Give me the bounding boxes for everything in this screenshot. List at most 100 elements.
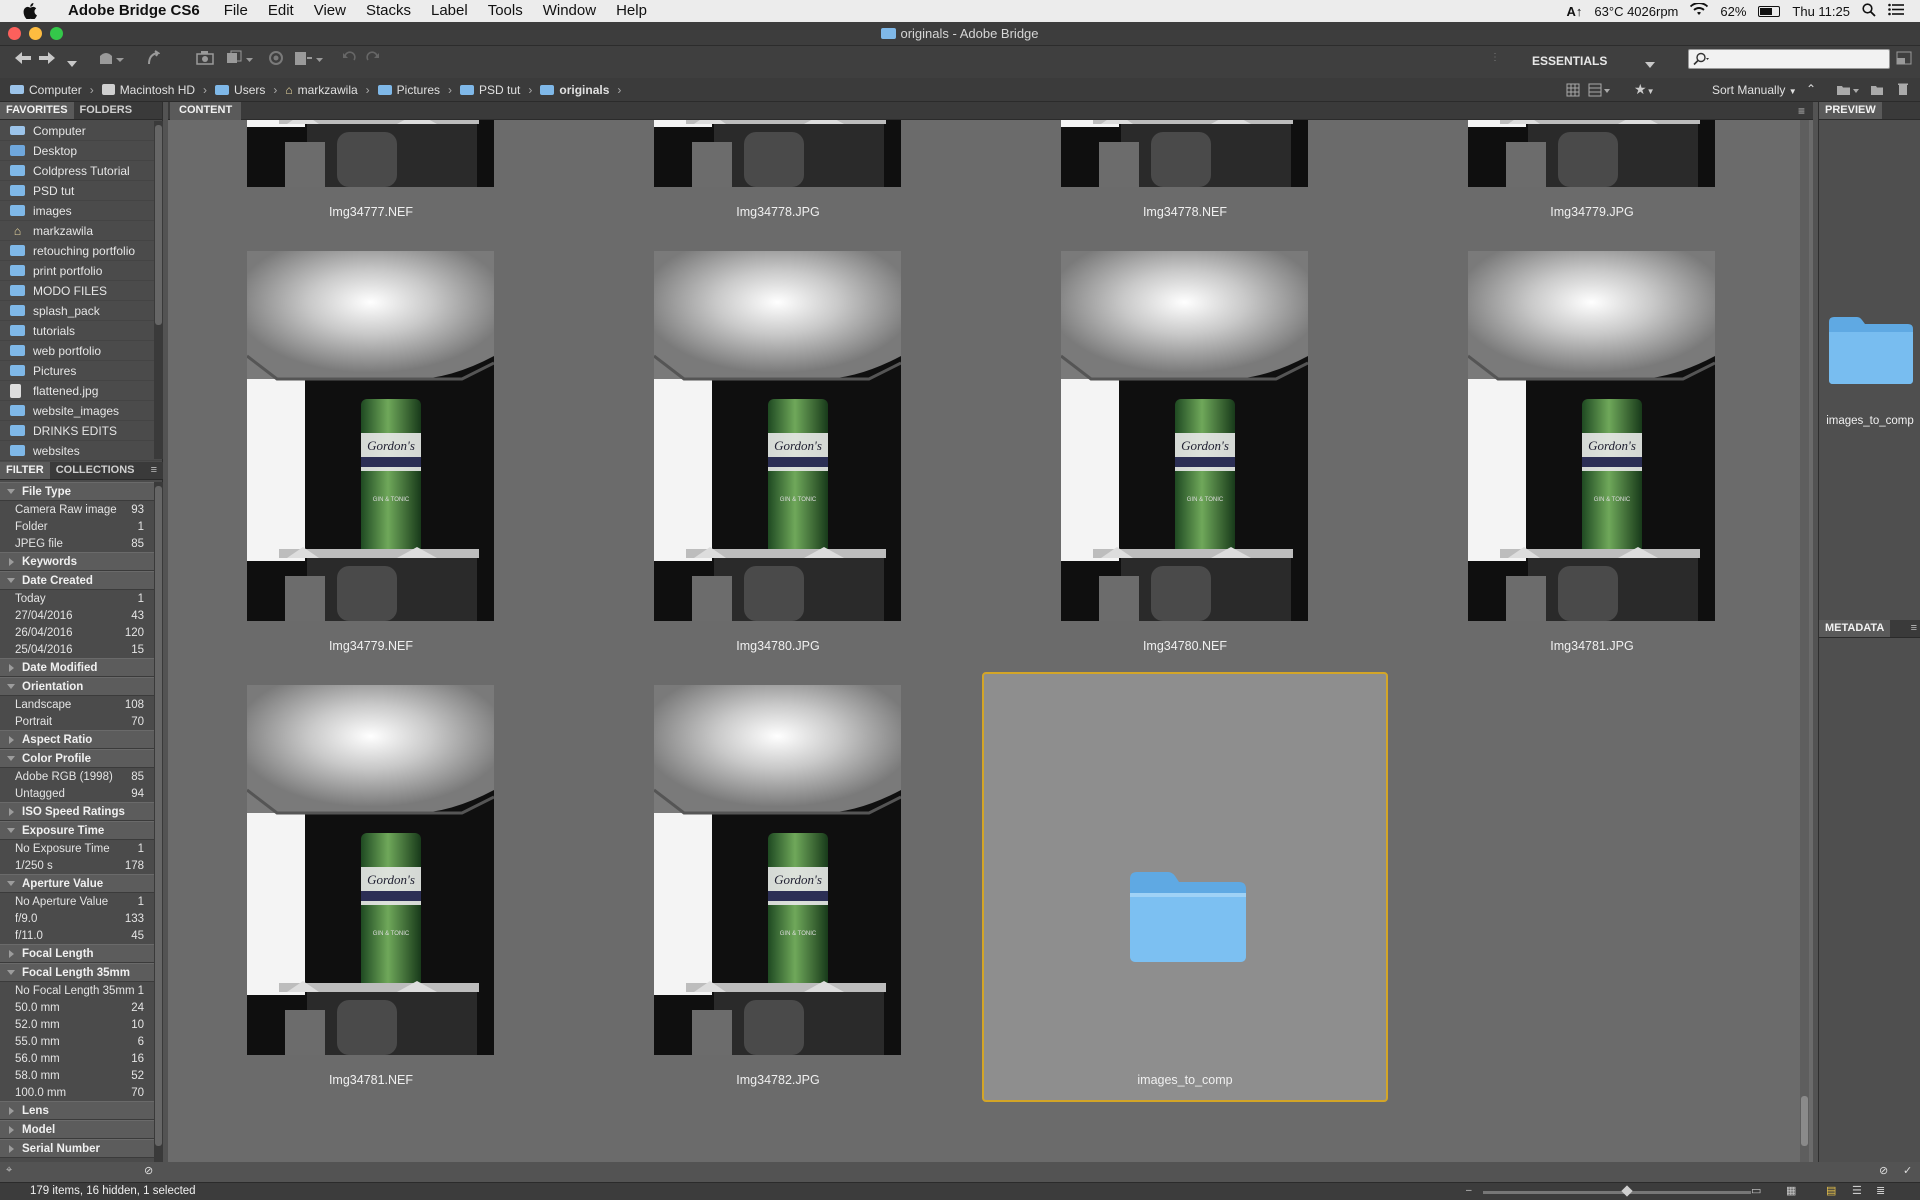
crumb-macintosh-hd[interactable]: Macintosh HD (101, 83, 195, 97)
trash-icon[interactable] (1897, 82, 1909, 99)
filter-row[interactable]: 52.0 mm 10 (0, 1016, 154, 1033)
crumb-psd-tut[interactable]: PSD tut (460, 83, 520, 97)
zoom-in-icon[interactable]: ▭ (1751, 1184, 1761, 1197)
chevron-right-icon[interactable]: › (273, 83, 277, 97)
filter-row[interactable]: 55.0 mm 6 (0, 1033, 154, 1050)
filter-row[interactable]: JPEG file 85 (0, 535, 154, 552)
folder-tile[interactable]: images_to_comp (982, 672, 1388, 1102)
favorite-item[interactable]: MODO FILES (0, 281, 162, 301)
sort-ascending-icon[interactable]: ⌃ (1806, 82, 1816, 96)
thumbnail-view-icon[interactable]: ▤ (1826, 1184, 1836, 1197)
menu-label[interactable]: Label (421, 0, 478, 22)
menu-window[interactable]: Window (533, 0, 606, 22)
content-scrollbar[interactable] (1800, 120, 1809, 1162)
notification-center-icon[interactable] (1888, 3, 1904, 19)
favorite-item[interactable]: PSD tut (0, 181, 162, 201)
open-in-camera-raw-icon[interactable] (268, 50, 284, 72)
filter-row[interactable]: 1/250 s 178 (0, 857, 154, 874)
thumbnail-tile[interactable]: Gordon'sGIN & TONIC Img34778.NEF (982, 120, 1378, 234)
filter-row[interactable]: f/9.0 133 (0, 910, 154, 927)
menu-file[interactable]: File (214, 0, 258, 22)
favorite-item[interactable]: tutorials (0, 321, 162, 341)
checkmark-icon[interactable]: ✓ (1903, 1164, 1912, 1177)
reveal-icon[interactable] (146, 50, 161, 72)
filter-group-header[interactable]: Aperture Value (0, 874, 154, 893)
wifi-icon[interactable] (1690, 2, 1709, 19)
filter-row[interactable]: 27/04/2016 43 (0, 607, 154, 624)
thumbnail-tile[interactable]: Gordon's GIN & TONIC Img34780.NEF (982, 238, 1378, 668)
panel-menu-icon[interactable]: ≡ (1798, 104, 1805, 118)
rotate-left-icon[interactable] (342, 50, 356, 72)
thumbnail-tile[interactable]: Gordon'sGIN & TONIC Img34777.NEF (168, 120, 564, 234)
filter-row[interactable]: Landscape 108 (0, 696, 154, 713)
crumb-markzawila[interactable]: ⌂ markzawila (285, 83, 357, 97)
details-view-icon[interactable]: ☰ (1852, 1184, 1862, 1197)
search-field[interactable] (1688, 49, 1890, 69)
filter-group-header[interactable]: Exposure Time (0, 821, 154, 840)
recent-dropdown-icon[interactable] (67, 54, 77, 76)
filter-group-header[interactable]: Model (0, 1120, 154, 1139)
filter-row[interactable]: 25/04/2016 15 (0, 641, 154, 658)
filter-scrollbar[interactable] (154, 482, 163, 1162)
zoom-out-icon[interactable]: – (1466, 1185, 1472, 1196)
thumbnail-tile[interactable]: Gordon's GIN & TONIC Img34779.NEF (168, 238, 564, 668)
thumbnail-size-slider[interactable] (1483, 1191, 1751, 1194)
filter-row[interactable]: No Focal Length 35mm 1 (0, 982, 154, 999)
grid-lock-icon[interactable]: ▦ (1786, 1184, 1796, 1197)
favorite-item[interactable]: Pictures (0, 361, 162, 381)
tab-collections[interactable]: COLLECTIONS (50, 462, 141, 479)
battery-percent[interactable]: 62% (1720, 4, 1746, 19)
filter-row[interactable]: Adobe RGB (1998) 85 (0, 768, 154, 785)
favorite-item[interactable]: website_images (0, 401, 162, 421)
scrollbar-thumb[interactable] (1801, 1096, 1808, 1146)
thumbnail-tile[interactable]: Gordon's GIN & TONIC Img34781.NEF (168, 672, 564, 1102)
chevron-right-icon[interactable]: › (528, 83, 532, 97)
go-parent-icon[interactable] (98, 50, 124, 72)
filter-row[interactable]: 58.0 mm 52 (0, 1067, 154, 1084)
panel-gripper-icon[interactable]: ⋮ (1490, 52, 1500, 74)
tab-preview[interactable]: PREVIEW (1819, 102, 1882, 119)
filter-row[interactable]: 100.0 mm 70 (0, 1084, 154, 1101)
thumbnail-tile[interactable]: Gordon's GIN & TONIC Img34780.JPG (575, 238, 971, 668)
panel-menu-icon[interactable]: ≡ (1911, 622, 1917, 634)
chevron-right-icon[interactable]: › (617, 83, 621, 97)
filter-group-header[interactable]: Date Created (0, 571, 154, 590)
filter-row[interactable]: No Exposure Time 1 (0, 840, 154, 857)
battery-icon[interactable] (1758, 5, 1781, 17)
thumbnail-tile[interactable]: Gordon's GIN & TONIC Img34782.JPG (575, 672, 971, 1102)
menu-edit[interactable]: Edit (258, 0, 304, 22)
filter-row[interactable]: 26/04/2016 120 (0, 624, 154, 641)
filter-row[interactable]: Folder 1 (0, 518, 154, 535)
filter-group-header[interactable]: ISO Speed Ratings (0, 802, 154, 821)
filter-group-header[interactable]: Orientation (0, 677, 154, 696)
refine-icon[interactable] (226, 50, 254, 72)
panel-menu-icon[interactable]: ≡ (151, 464, 157, 476)
app-menu[interactable]: Adobe Bridge CS6 (58, 0, 214, 22)
thumbnail-tile[interactable]: Gordon'sGIN & TONIC Img34779.JPG (1389, 120, 1785, 234)
workspace-dropdown-icon[interactable] (1645, 55, 1655, 77)
spotlight-icon[interactable] (1862, 2, 1876, 20)
menu-tools[interactable]: Tools (478, 0, 533, 22)
pin-icon[interactable]: ⌖ (6, 1164, 12, 1177)
favorite-item[interactable]: websites (0, 441, 162, 461)
forward-arrow-icon[interactable] (38, 50, 56, 72)
filter-group-header[interactable]: Focal Length 35mm (0, 963, 154, 982)
crumb-computer[interactable]: Computer (10, 83, 82, 97)
favorite-item[interactable]: images (0, 201, 162, 221)
favorite-item[interactable]: Desktop (0, 141, 162, 161)
thumbnail-tile[interactable]: Gordon'sGIN & TONIC Img34778.JPG (575, 120, 971, 234)
filter-group-header[interactable]: Date Modified (0, 658, 154, 677)
adobe-icon[interactable]: A↑ (1567, 4, 1583, 19)
filter-row[interactable]: Camera Raw image 93 (0, 501, 154, 518)
filter-group-header[interactable]: Aspect Ratio (0, 730, 154, 749)
search-icon[interactable] (1693, 52, 1709, 69)
output-icon[interactable] (294, 50, 324, 72)
crumb-originals[interactable]: originals (540, 83, 609, 97)
favorite-item[interactable]: retouching portfolio (0, 241, 162, 261)
tab-folders[interactable]: FOLDERS (74, 102, 139, 119)
open-recent-folder-icon[interactable] (1836, 83, 1860, 100)
filter-row[interactable]: 50.0 mm 24 (0, 999, 154, 1016)
filter-row[interactable]: No Aperture Value 1 (0, 893, 154, 910)
tab-metadata[interactable]: METADATA (1819, 620, 1891, 637)
filter-row[interactable]: Today 1 (0, 590, 154, 607)
